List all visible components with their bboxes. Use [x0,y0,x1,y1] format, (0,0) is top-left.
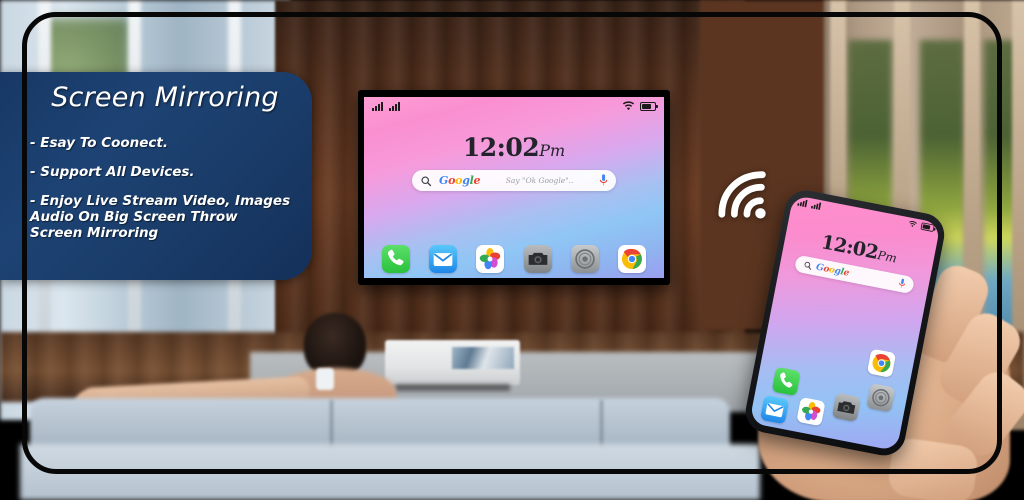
phone-icon[interactable] [771,366,801,397]
promo-info-panel: Screen Mirroring - Esay To Coonect. - Su… [0,72,312,280]
phone-icon[interactable] [381,245,410,273]
signal-bars-icon [389,101,400,111]
mail-icon[interactable] [760,395,790,425]
clock-meridiem: Pm [539,141,566,160]
person-top-strap [316,368,334,390]
feature-item: - Support All Devices. [30,164,195,180]
photos-icon[interactable] [476,245,505,273]
signal-bars-icon [372,101,383,111]
phone-app-dock[interactable] [750,334,914,447]
search-icon [804,261,811,270]
signal-group [372,101,400,111]
tv-clock: 12:02Pm [364,133,664,162]
feature-item: - Esay To Coonect. [30,135,169,151]
search-icon [421,175,432,186]
hand-holding-phone: 12:02Pm Google [740,186,1024,500]
signal-bars-icon [797,198,808,208]
google-logo: Google [439,174,481,187]
page-title: Screen Mirroring [51,82,279,113]
tv-app-dock[interactable] [364,245,664,273]
tv-screen[interactable]: 12:02Pm Google Say "Ok Google".. [364,97,664,278]
clock-icon[interactable] [866,383,896,413]
wifi-icon [909,220,917,228]
clock-time: 12:02 [819,231,881,264]
status-right-group [908,220,935,233]
table-shadow [395,384,510,391]
signal-group [797,198,822,210]
mail-icon[interactable] [428,245,457,273]
feature-list: - Esay To Coonect. - Support All Devices… [26,135,298,241]
google-logo: Google [815,262,850,279]
app-screenshot-root: Screen Mirroring - Esay To Coonect. - Su… [0,0,1024,500]
wifi-icon [622,101,635,111]
clock-icon[interactable] [570,245,599,273]
microphone-icon [899,278,906,288]
magazines-on-table [452,347,514,369]
tv-status-bar [364,97,664,115]
microphone-icon [599,174,608,186]
camera-icon[interactable] [831,392,862,422]
battery-icon [920,222,935,233]
chrome-icon[interactable] [866,348,897,378]
camera-icon[interactable] [523,245,552,273]
search-placeholder: Say "Ok Google".. [505,176,574,185]
chrome-icon[interactable] [618,245,647,273]
battery-icon [640,101,658,111]
sofa-seat [20,444,760,500]
google-search-bar[interactable]: Google Say "Ok Google".. [412,170,616,191]
signal-bars-icon [810,201,822,210]
feature-item: - Enjoy Live Stream Video, Images Audio … [30,193,291,241]
television[interactable]: 12:02Pm Google Say "Ok Google".. [358,90,670,285]
status-right-group [622,101,658,111]
photos-icon[interactable] [796,396,826,427]
clock-meridiem: Pm [876,248,898,266]
clock-time: 12:02 [462,133,540,162]
